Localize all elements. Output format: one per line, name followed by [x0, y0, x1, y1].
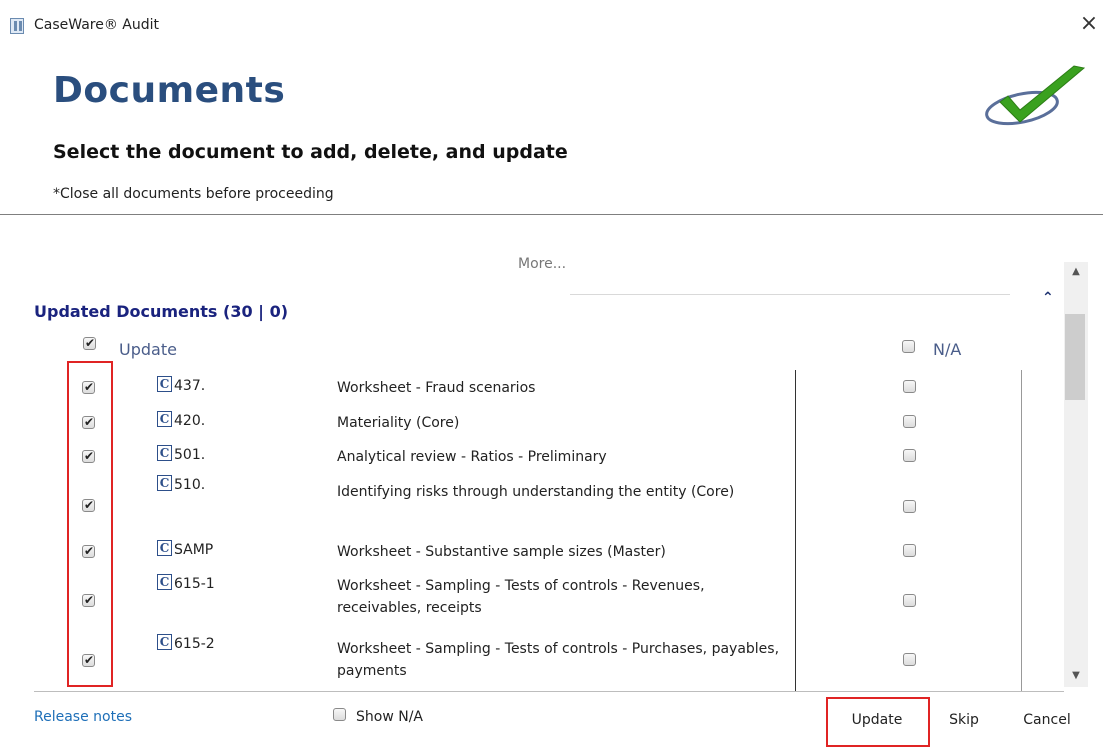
update-column-header: Update	[119, 340, 177, 359]
checkmark-logo-icon	[985, 65, 1086, 126]
document-description: Worksheet - Sampling - Tests of controls…	[337, 641, 780, 679]
na-all-checkbox[interactable]	[902, 340, 915, 353]
document-code[interactable]: 420.	[174, 413, 205, 429]
list-bottom-divider	[34, 691, 1064, 692]
document-description: Worksheet - Fraud scenarios	[337, 380, 536, 396]
document-code[interactable]: 615-1	[174, 576, 215, 592]
section-title: Updated Documents (30 | 0)	[34, 302, 289, 321]
column-divider	[795, 370, 796, 692]
chevron-up-icon[interactable]: ⌃	[1042, 290, 1054, 306]
page-subtitle: Select the document to add, delete, and …	[53, 141, 568, 163]
highlight-box	[826, 697, 930, 747]
scrollbar-thumb[interactable]	[1065, 314, 1085, 400]
document-icon: C	[157, 411, 172, 427]
row-na-checkbox[interactable]	[903, 653, 916, 666]
row-na-checkbox[interactable]	[903, 380, 916, 393]
window-title: CaseWare® Audit	[34, 17, 160, 33]
skip-button[interactable]: Skip	[939, 709, 989, 731]
row-na-checkbox[interactable]	[903, 544, 916, 557]
cancel-button[interactable]: Cancel	[1010, 709, 1084, 731]
document-code[interactable]: SAMP	[174, 542, 213, 558]
row-na-checkbox[interactable]	[903, 500, 916, 513]
document-icon: C	[157, 634, 172, 650]
row-na-checkbox[interactable]	[903, 449, 916, 462]
scroll-up-arrow-icon[interactable]: ▲	[1069, 266, 1083, 280]
more-link[interactable]: More...	[518, 256, 566, 272]
header-divider	[0, 214, 1103, 215]
show-na-label: Show N/A	[356, 709, 423, 725]
document-code[interactable]: 510.	[174, 477, 205, 493]
document-icon: C	[157, 574, 172, 590]
page-title: Documents	[53, 70, 286, 111]
more-separator	[570, 294, 1010, 295]
column-divider	[1021, 370, 1022, 692]
document-description: Analytical review - Ratios - Preliminary	[337, 449, 607, 465]
document-icon: C	[157, 540, 172, 556]
document-icon: C	[157, 475, 172, 491]
document-code[interactable]: 437.	[174, 378, 205, 394]
show-na-checkbox[interactable]	[333, 708, 346, 721]
row-na-checkbox[interactable]	[903, 594, 916, 607]
document-icon: C	[157, 376, 172, 392]
release-notes-link[interactable]: Release notes	[34, 709, 132, 725]
highlight-box	[67, 361, 113, 687]
na-column-header: N/A	[933, 340, 962, 359]
document-code[interactable]: 501.	[174, 447, 205, 463]
scroll-down-arrow-icon[interactable]: ▼	[1069, 670, 1083, 684]
document-code[interactable]: 615-2	[174, 636, 215, 652]
instruction-note: *Close all documents before proceeding	[53, 186, 334, 202]
document-description: Identifying risks through understanding …	[337, 484, 735, 500]
update-all-checkbox[interactable]	[83, 335, 96, 351]
close-icon[interactable]: ×	[1077, 11, 1101, 37]
row-na-checkbox[interactable]	[903, 415, 916, 428]
app-icon	[10, 18, 24, 34]
document-description: Worksheet - Sampling - Tests of controls…	[337, 578, 705, 616]
document-description: Worksheet - Substantive sample sizes (Ma…	[337, 544, 666, 560]
document-icon: C	[157, 445, 172, 461]
document-description: Materiality (Core)	[337, 415, 460, 431]
